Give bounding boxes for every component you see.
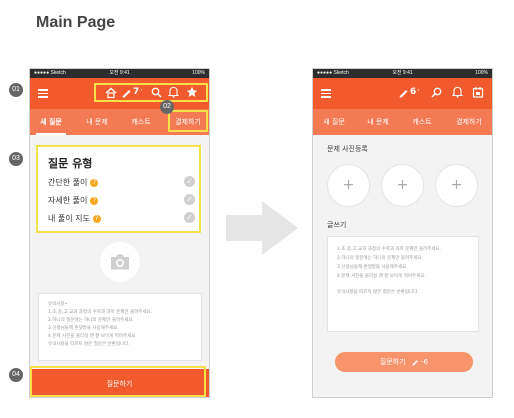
tab-cast[interactable]: 캐스트	[407, 109, 437, 135]
highlight-submit	[30, 366, 206, 397]
guide-line: 2.하나의 질문에는 하나의 문제만 올려주세요.	[337, 256, 423, 261]
submit-cost: -6	[421, 358, 429, 366]
right-phone-screen: ●●●●● Sketch 오전 9:41 100% 6 · 새 질문 내 문제	[312, 68, 493, 398]
tab-bar: 새 질문 내 문제 캐스트 결제하기	[313, 109, 492, 135]
pencil-count: 6	[410, 87, 417, 97]
guide-line: 4.문제 사진을 올리실 땐 잘 보이게 찍어주세요.	[48, 334, 137, 339]
app-bar: 6 ·	[313, 78, 492, 109]
status-bar: ●●●●● Sketch 오전 9:41 100%	[30, 69, 209, 78]
plus-icon: +	[342, 177, 355, 193]
guide-line: 4.문제 사진을 올리실 땐 잘 보이게 찍어주세요.	[337, 274, 426, 279]
status-battery: 100%	[192, 70, 205, 76]
tab-new-question[interactable]: 새 질문	[319, 109, 349, 135]
step-marker-04: 04	[9, 368, 23, 382]
bell-icon[interactable]	[452, 86, 463, 98]
hamburger-icon[interactable]	[38, 88, 48, 98]
camera-icon	[111, 254, 129, 270]
submit-label: 질문하기	[379, 358, 406, 366]
guide-line: 2.하나의 질문에는 하나의 문제만 올려주세요.	[48, 318, 134, 323]
highlight-payment-tab	[168, 110, 208, 132]
right-arrow-icon	[226, 201, 298, 255]
plus-icon: +	[450, 177, 463, 193]
submit-question-button[interactable]: 질문하기 -6	[335, 352, 473, 372]
add-photo-button-2[interactable]: +	[381, 164, 424, 207]
guide-line: 유의사항을 따르지 않은 질문은 반환됩니다.	[337, 290, 419, 295]
camera-button[interactable]	[100, 242, 140, 282]
status-time: 오전 9:41	[392, 70, 413, 76]
guide-line: 유의사항•	[48, 302, 68, 307]
tab-cast[interactable]: 캐스트	[126, 109, 156, 135]
question-text-area[interactable]: 1.초,중,고 교과 과정의 수학과 과학 문제만 올려주세요. 2.하나의 질…	[327, 236, 479, 332]
pencil-count-suffix: ·	[417, 86, 420, 96]
plus-icon: +	[396, 177, 409, 193]
status-time: 오전 9:41	[109, 70, 130, 76]
guide-text: 유의사항• 1.초,중,고 교과 과정의 수학과 과학 문제만 올려주세요. 2…	[48, 301, 195, 349]
guide-line: 1.초,중,고 교과 과정의 수학과 과학 문제만 올려주세요.	[337, 247, 442, 252]
step-marker-01: 01	[9, 83, 23, 97]
tab-payment[interactable]: 결제하기	[449, 109, 489, 135]
add-photo-button-3[interactable]: +	[435, 164, 478, 207]
step-marker-03: 03	[9, 152, 23, 166]
guide-line: 유의사항을 따르지 않은 질문은 반환됩니다.	[48, 342, 130, 347]
page-title: Main Page	[36, 14, 116, 31]
photo-register-label: 문제 사진등록	[327, 145, 368, 153]
highlight-question-type	[36, 145, 201, 233]
pencil-icon	[411, 360, 418, 366]
tab-new-question[interactable]: 새 질문	[36, 109, 66, 135]
status-bar: ●●●●● Sketch 오전 9:41 100%	[313, 69, 492, 78]
highlight-appbar-icons	[94, 83, 208, 102]
status-battery: 100%	[475, 70, 488, 76]
write-label: 글쓰기	[327, 221, 347, 229]
guide-line: 3.선생님들께 존댓말을 사용해주세요.	[337, 265, 408, 270]
hamburger-icon[interactable]	[321, 88, 331, 98]
tab-my-problems[interactable]: 내 문제	[363, 109, 393, 135]
guide-line: 3.선생님들께 존댓말을 사용해주세요.	[48, 326, 119, 331]
search-icon[interactable]	[431, 87, 442, 98]
pencil-icon	[399, 90, 408, 98]
calendar-icon[interactable]	[472, 86, 484, 98]
guide-line: 1.초,중,고 교과 과정의 수학과 과학 문제만 올려주세요.	[48, 310, 153, 315]
step-marker-02: 02	[160, 100, 174, 114]
add-photo-button-1[interactable]: +	[327, 164, 370, 207]
question-text-area[interactable]: 유의사항• 1.초,중,고 교과 과정의 수학과 과학 문제만 올려주세요. 2…	[38, 293, 202, 361]
tab-my-problems[interactable]: 내 문제	[82, 109, 112, 135]
guide-text: 1.초,중,고 교과 과정의 수학과 과학 문제만 올려주세요. 2.하나의 질…	[337, 245, 472, 297]
